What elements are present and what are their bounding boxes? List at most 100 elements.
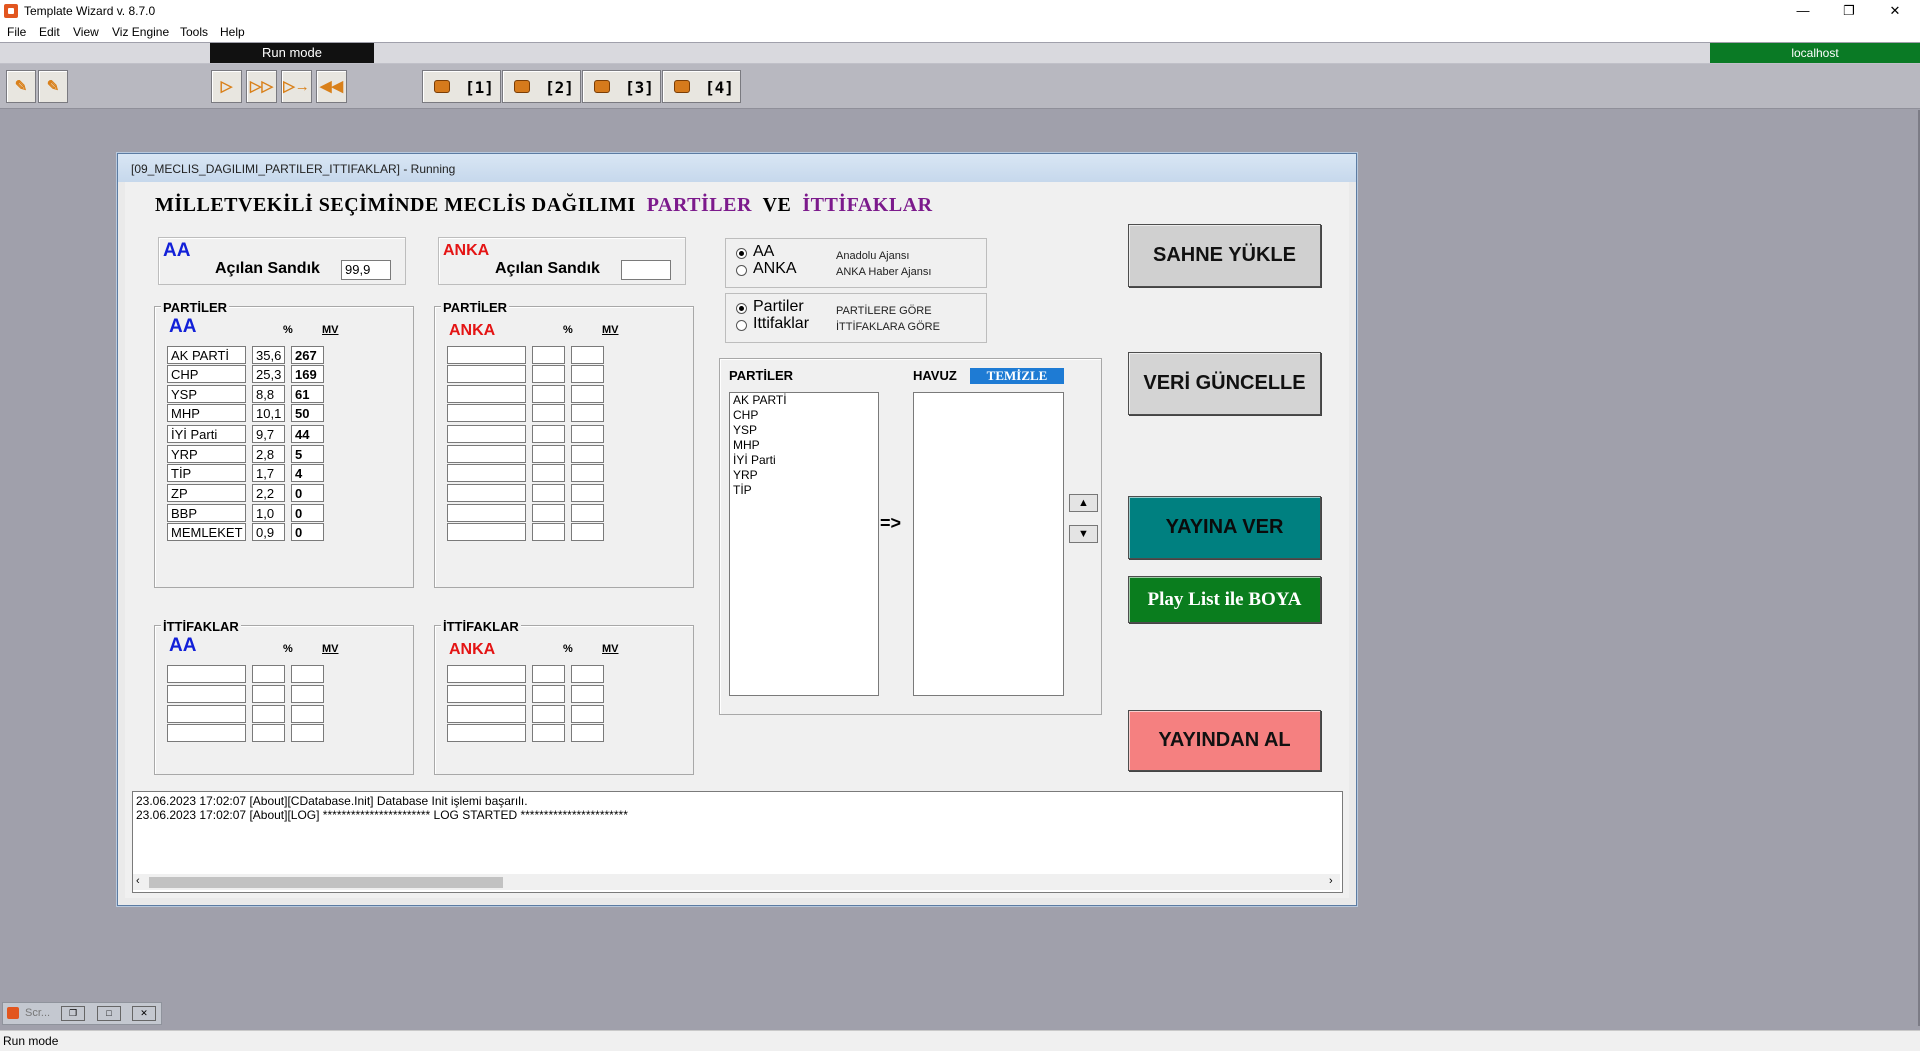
aa-party-pct-field[interactable]: 35,6: [252, 346, 285, 364]
list-item[interactable]: TİP: [730, 483, 878, 498]
aa-party-mv-field[interactable]: 0: [291, 484, 324, 502]
anka-party-pct-field[interactable]: [532, 464, 565, 482]
anka-party-name-field[interactable]: [447, 504, 526, 522]
aa-party-mv-field[interactable]: 50: [291, 404, 324, 422]
anka-ittifak-mv-field[interactable]: [571, 705, 604, 723]
anka-party-name-field[interactable]: [447, 346, 526, 364]
havuz-listbox[interactable]: [913, 392, 1064, 696]
aa-ittifak-name-field[interactable]: [167, 724, 246, 742]
aa-party-pct-field[interactable]: 1,7: [252, 464, 285, 482]
anka-party-mv-field[interactable]: [571, 484, 604, 502]
aa-ittifak-mv-field[interactable]: [291, 685, 324, 703]
continue-button[interactable]: ▷▷: [246, 70, 277, 103]
temizle-button[interactable]: TEMİZLE: [970, 368, 1064, 384]
anka-party-pct-field[interactable]: [532, 385, 565, 403]
edit-template-button[interactable]: ✎: [6, 70, 36, 103]
anka-party-mv-field[interactable]: [571, 365, 604, 383]
playlist-boya-button[interactable]: Play List ile BOYA: [1128, 576, 1321, 623]
anka-ittifak-pct-field[interactable]: [532, 685, 565, 703]
menu-help[interactable]: Help: [220, 25, 245, 39]
radio-aa[interactable]: [736, 248, 747, 259]
aa-party-mv-field[interactable]: 0: [291, 504, 324, 522]
radio-partiler[interactable]: [736, 303, 747, 314]
list-item[interactable]: YSP: [730, 423, 878, 438]
aa-party-pct-field[interactable]: 0,9: [252, 523, 285, 541]
anka-party-pct-field[interactable]: [532, 445, 565, 463]
list-item[interactable]: YRP: [730, 468, 878, 483]
anka-party-pct-field[interactable]: [532, 365, 565, 383]
aa-party-mv-field[interactable]: 169: [291, 365, 324, 383]
step-button[interactable]: ▷→: [281, 70, 312, 103]
anka-party-pct-field[interactable]: [532, 484, 565, 502]
anka-party-pct-field[interactable]: [532, 523, 565, 541]
aa-party-name-field[interactable]: YRP: [167, 445, 246, 463]
anka-ittifak-mv-field[interactable]: [571, 724, 604, 742]
menu-viz-engine[interactable]: Viz Engine: [112, 25, 169, 39]
anka-party-mv-field[interactable]: [571, 445, 604, 463]
menu-tools[interactable]: Tools: [180, 25, 208, 39]
anka-party-mv-field[interactable]: [571, 464, 604, 482]
yayina-ver-button[interactable]: YAYINA VER: [1128, 496, 1321, 559]
aa-ittifak-pct-field[interactable]: [252, 685, 285, 703]
aa-party-mv-field[interactable]: 61: [291, 385, 324, 403]
anka-ittifak-pct-field[interactable]: [532, 705, 565, 723]
camera-1-button[interactable]: [1]: [422, 70, 501, 103]
aa-party-mv-field[interactable]: 44: [291, 425, 324, 443]
aa-ittifak-mv-field[interactable]: [291, 705, 324, 723]
anka-party-pct-field[interactable]: [532, 425, 565, 443]
aa-ittifak-name-field[interactable]: [167, 685, 246, 703]
anka-acilan-input[interactable]: [621, 260, 671, 280]
aa-party-pct-field[interactable]: 10,1: [252, 404, 285, 422]
yayindan-al-button[interactable]: YAYINDAN AL: [1128, 710, 1321, 771]
aa-ittifak-mv-field[interactable]: [291, 665, 324, 683]
scroll-thumb[interactable]: [149, 877, 503, 888]
play-button[interactable]: ▷: [211, 70, 242, 103]
scroll-left-icon[interactable]: ‹: [136, 875, 140, 887]
anka-ittifak-name-field[interactable]: [447, 685, 526, 703]
aa-ittifak-pct-field[interactable]: [252, 724, 285, 742]
anka-party-mv-field[interactable]: [571, 404, 604, 422]
camera-4-button[interactable]: [4]: [662, 70, 741, 103]
anka-party-pct-field[interactable]: [532, 346, 565, 364]
aa-party-pct-field[interactable]: 8,8: [252, 385, 285, 403]
anka-ittifak-mv-field[interactable]: [571, 685, 604, 703]
list-item[interactable]: CHP: [730, 408, 878, 423]
anka-ittifak-name-field[interactable]: [447, 705, 526, 723]
radio-ittifaklar[interactable]: [736, 320, 747, 331]
anka-party-name-field[interactable]: [447, 484, 526, 502]
aa-party-mv-field[interactable]: 5: [291, 445, 324, 463]
log-horizontal-scrollbar[interactable]: ‹ ›: [133, 874, 1340, 890]
list-item[interactable]: MHP: [730, 438, 878, 453]
menu-file[interactable]: File: [7, 25, 26, 39]
aa-party-pct-field[interactable]: 2,2: [252, 484, 285, 502]
maximize-icon[interactable]: □: [97, 1006, 121, 1021]
aa-ittifak-name-field[interactable]: [167, 665, 246, 683]
list-item[interactable]: AK PARTİ: [730, 393, 878, 408]
anka-party-name-field[interactable]: [447, 385, 526, 403]
edit-properties-button[interactable]: ✎: [38, 70, 68, 103]
anka-ittifak-name-field[interactable]: [447, 724, 526, 742]
rewind-button[interactable]: ◀◀: [316, 70, 347, 103]
aa-party-name-field[interactable]: CHP: [167, 365, 246, 383]
anka-party-name-field[interactable]: [447, 425, 526, 443]
anka-party-name-field[interactable]: [447, 464, 526, 482]
aa-party-name-field[interactable]: BBP: [167, 504, 246, 522]
aa-party-pct-field[interactable]: 25,3: [252, 365, 285, 383]
partiler-listbox[interactable]: AK PARTİ CHP YSP MHP İYİ Parti YRP TİP: [729, 392, 879, 696]
close-icon[interactable]: ✕: [1872, 0, 1918, 22]
anka-party-mv-field[interactable]: [571, 346, 604, 364]
aa-party-name-field[interactable]: YSP: [167, 385, 246, 403]
minimized-window[interactable]: Scr... ❐ □ ✕: [2, 1002, 162, 1025]
restore-icon[interactable]: ❐: [61, 1006, 85, 1021]
template-window-caption[interactable]: [09_MECLIS_DAGILIMI_PARTILER_ITTIFAKLAR]…: [118, 154, 1356, 182]
camera-2-button[interactable]: [2]: [502, 70, 581, 103]
anka-ittifak-mv-field[interactable]: [571, 665, 604, 683]
scroll-right-icon[interactable]: ›: [1329, 875, 1333, 887]
aa-ittifak-name-field[interactable]: [167, 705, 246, 723]
restore-icon[interactable]: ❐: [1826, 0, 1872, 22]
log-panel[interactable]: 23.06.2023 17:02:07 [About][CDatabase.In…: [132, 791, 1343, 893]
minimize-icon[interactable]: —: [1780, 0, 1826, 22]
close-icon[interactable]: ✕: [132, 1006, 156, 1021]
veri-guncelle-button[interactable]: VERİ GÜNCELLE: [1128, 352, 1321, 415]
anka-party-name-field[interactable]: [447, 365, 526, 383]
